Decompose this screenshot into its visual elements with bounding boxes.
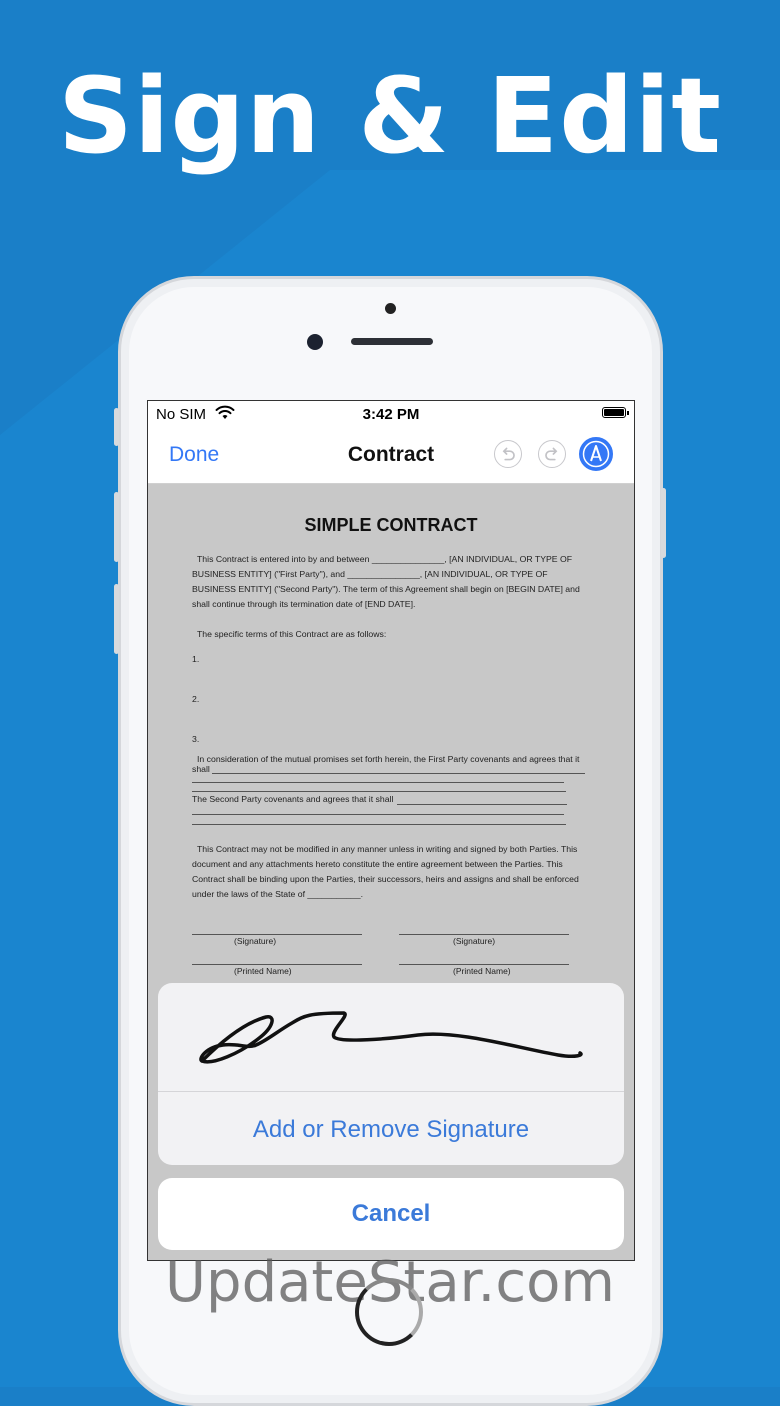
earpiece-speaker (351, 338, 433, 345)
blank-line (192, 782, 564, 783)
term-item: 1. (192, 654, 200, 664)
volume-up-button (114, 492, 119, 562)
front-camera (307, 334, 323, 350)
printed-name-caption: (Printed Name) (453, 966, 511, 976)
printed-name-caption: (Printed Name) (234, 966, 292, 976)
final-paragraph-line: Contract shall be binding upon the Parti… (192, 874, 579, 884)
terms-intro: The specific terms of this Contract are … (197, 629, 387, 639)
final-paragraph-line: This Contract may not be modified in any… (197, 844, 578, 854)
blank-line (192, 824, 566, 825)
printed-name-line (399, 964, 569, 965)
consideration-line: In consideration of the mutual promises … (197, 754, 580, 764)
power-button (661, 488, 666, 558)
blank-line (212, 773, 585, 774)
mute-switch (114, 408, 119, 446)
blank-line (192, 814, 564, 815)
status-bar: No SIM 3:42 PM (148, 401, 634, 429)
term-item: 3. (192, 734, 200, 744)
home-button[interactable] (355, 1278, 423, 1346)
signature-action-sheet: Add or Remove Signature (158, 983, 624, 1165)
signature-drawing (199, 1011, 583, 1064)
cancel-button[interactable]: Cancel (158, 1178, 624, 1250)
document-title: SIMPLE CONTRACT (304, 515, 478, 535)
signature-caption: (Signature) (234, 936, 277, 946)
consideration-line: shall (192, 764, 210, 774)
redo-icon[interactable] (538, 440, 566, 468)
saved-signature[interactable] (158, 983, 624, 1092)
headline: Sign & Edit (58, 55, 722, 177)
volume-down-button (114, 584, 119, 654)
signature-line (192, 934, 362, 935)
printed-name-line (192, 964, 362, 965)
battery-icon (602, 407, 629, 418)
final-paragraph-line: document and any attachments hereto cons… (192, 859, 563, 869)
status-time: 3:42 PM (362, 406, 420, 423)
contract-paragraph-line: shall continue through its termination d… (192, 599, 416, 609)
signature-line (399, 934, 569, 935)
contract-paragraph-line: BUSINESS ENTITY] ("Second Party"). The t… (192, 584, 580, 594)
undo-icon[interactable] (494, 440, 522, 468)
contract-paragraph-line: This Contract is entered into by and bet… (197, 554, 573, 564)
signature-caption: (Signature) (453, 936, 496, 946)
term-item: 2. (192, 694, 200, 704)
second-party-line: The Second Party covenants and agrees th… (192, 794, 394, 804)
final-paragraph-line: under the laws of the State of _________… (192, 889, 363, 899)
add-remove-signature-button[interactable]: Add or Remove Signature (158, 1092, 624, 1165)
markup-pen-icon[interactable] (579, 437, 613, 471)
nav-bar: Done Contract (148, 431, 634, 484)
contract-paragraph-line: BUSINESS ENTITY] ("First Party"), and __… (192, 569, 548, 579)
blank-line (397, 804, 567, 805)
proximity-sensor (385, 303, 396, 314)
